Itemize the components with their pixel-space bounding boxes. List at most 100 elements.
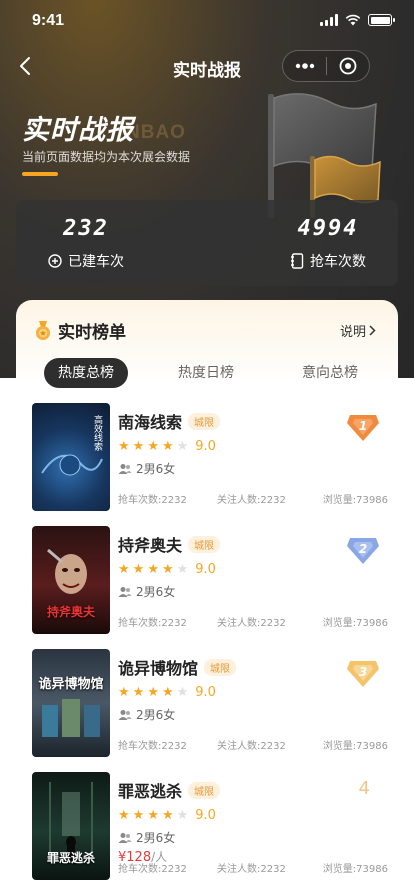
- cast: 2男6女: [136, 462, 176, 476]
- cast-line: 2男6女: [118, 706, 388, 723]
- chevron-right-icon: [369, 325, 376, 336]
- script-name: 南海线索: [118, 413, 183, 432]
- view-count: 浏览量:73986: [322, 741, 388, 752]
- script-name: 罪恶逃杀: [118, 782, 183, 801]
- flag-icon: [268, 93, 381, 218]
- poster-image: 持斧奥夫: [32, 526, 110, 634]
- script-tag: 城限: [188, 535, 221, 553]
- star-icon: ★: [118, 808, 130, 823]
- star-icon: ★: [147, 685, 159, 700]
- star-icon: ★: [132, 685, 145, 700]
- ranking-item[interactable]: 罪恶逃杀 罪恶逃杀 城限 ★ ★ ★ ★ ★ 9.0 2男6女 ¥128/人 抢…: [32, 772, 388, 880]
- more-button[interactable]: [283, 51, 326, 81]
- star-icon: ★: [118, 562, 130, 577]
- view-count: 浏览量:73986: [322, 618, 388, 629]
- script-tag: 城限: [188, 781, 221, 799]
- poster-text: 罪恶逃杀: [46, 851, 95, 865]
- ranking-item[interactable]: 高效线索 南海线索 城限 ★ ★ ★ ★ ★ 9.0 2男6女 抢车次数:2232 关注…: [32, 403, 388, 511]
- ranking-item[interactable]: 诡异博物馆 诡异博物馆 城限 ★ ★ ★ ★ ★ 9.0 2男6女 抢车次数:2232 …: [32, 649, 388, 757]
- rank-badge-bronze-icon: 3: [347, 661, 379, 687]
- star-icon: ★: [132, 808, 145, 823]
- poster-image: 高效线索: [32, 403, 110, 511]
- star-icon: ★: [161, 562, 174, 577]
- ranking-title: 实时榜单: [34, 318, 126, 343]
- star-icon: ★: [161, 439, 174, 454]
- poster-image: 诡异博物馆: [32, 649, 110, 757]
- close-miniprogram-button[interactable]: [327, 51, 369, 81]
- view-count: 浏览量:73986: [322, 864, 388, 875]
- script-name: 持斧奥夫: [118, 536, 183, 555]
- view-count: 浏览量:73986: [322, 495, 388, 506]
- cast: 2男6女: [136, 708, 176, 722]
- tab-intent-total[interactable]: 意向总榜: [302, 358, 358, 388]
- stat-label: 已建车次: [68, 254, 124, 270]
- script-name: 诡异博物馆: [118, 659, 199, 678]
- star-empty-icon: ★: [176, 685, 189, 700]
- cast: 2男6女: [136, 831, 176, 845]
- status-time: 9:41: [32, 12, 65, 29]
- status-bar: 9:41: [0, 0, 414, 44]
- stat-label: 抢车次数: [310, 254, 366, 270]
- wifi-icon: [345, 14, 361, 26]
- rank-number: 1: [359, 419, 367, 433]
- navigation-bar: 实时战报: [0, 44, 414, 88]
- cast-line: 2男6女: [118, 583, 388, 600]
- status-icons: [320, 14, 395, 26]
- poster-text: 持斧奥夫: [46, 605, 95, 619]
- miniprogram-capsule: [282, 50, 370, 82]
- star-icon: ★: [147, 808, 159, 823]
- star-empty-icon: ★: [176, 808, 189, 823]
- rank-badge-gold-icon: 1: [347, 415, 379, 441]
- cast-line: 2男6女: [118, 829, 388, 846]
- rank-number: 2: [359, 542, 367, 556]
- star-icon: ★: [132, 562, 145, 577]
- explain-label: 说明: [339, 325, 366, 340]
- grab-count: 抢车次数:2232: [118, 741, 187, 752]
- score: 9.0: [195, 808, 216, 823]
- rating: ★ ★ ★ ★ ★ 9.0: [118, 808, 388, 823]
- star-icon: ★: [147, 562, 159, 577]
- follow-count: 关注人数:2232: [217, 864, 286, 875]
- grab-count: 抢车次数:2232: [118, 495, 187, 506]
- star-empty-icon: ★: [176, 439, 189, 454]
- rank-number: 3: [359, 665, 367, 679]
- script-tag: 城限: [188, 412, 221, 430]
- tab-hot-total[interactable]: 热度总榜: [44, 358, 128, 388]
- star-icon: ★: [132, 439, 145, 454]
- people-icon: [118, 463, 132, 474]
- item-info: 罪恶逃杀 城限 ★ ★ ★ ★ ★ 9.0 2男6女 ¥128/人: [118, 778, 388, 865]
- explain-link[interactable]: 说明: [340, 321, 376, 340]
- rank-badge-silver-icon: 2: [347, 538, 379, 564]
- star-icon: ★: [147, 439, 159, 454]
- star-icon: ★: [118, 439, 130, 454]
- script-tag: 城限: [204, 658, 237, 676]
- ranking-tabs: 热度总榜 热度日榜 意向总榜: [44, 358, 374, 388]
- more-dots-icon: [295, 63, 314, 69]
- ranking-panel: 实时榜单 说明 热度总榜 热度日榜 意向总榜 高效线索 南海线索 城限 ★ ★ …: [0, 300, 414, 896]
- score: 9.0: [195, 439, 216, 454]
- follow-count: 关注人数:2232: [217, 741, 286, 752]
- poster-art: [42, 699, 100, 737]
- grab-count: 抢车次数:2232: [118, 618, 187, 629]
- battery-icon: [368, 14, 395, 26]
- people-icon: [118, 832, 132, 843]
- ranking-item[interactable]: 持斧奥夫 持斧奥夫 城限 ★ ★ ★ ★ ★ 9.0 2男6女 抢车次数:2232 关注…: [32, 526, 388, 634]
- star-icon: ★: [161, 808, 174, 823]
- poster-text: 高效线索: [92, 415, 102, 451]
- page-title: 实时战报: [22, 115, 134, 146]
- plus-circle-icon: [48, 254, 62, 268]
- tab-hot-daily[interactable]: 热度日榜: [178, 358, 234, 388]
- grab-count: 抢车次数:2232: [118, 864, 187, 875]
- people-icon: [118, 709, 132, 720]
- star-empty-icon: ★: [176, 562, 189, 577]
- stat-label-row: 已建车次: [48, 251, 124, 271]
- medal-icon: [36, 320, 50, 340]
- stat-label-row: 抢车次数: [290, 251, 366, 271]
- cast-line: 2男6女: [118, 460, 388, 477]
- ranking-title-text: 实时榜单: [58, 323, 126, 343]
- follow-count: 关注人数:2232: [217, 618, 286, 629]
- stat-value: 4994: [297, 216, 359, 241]
- stat-built-count: 232 已建车次: [48, 216, 124, 271]
- star-icon: ★: [118, 685, 130, 700]
- stat-value: 232: [63, 216, 109, 241]
